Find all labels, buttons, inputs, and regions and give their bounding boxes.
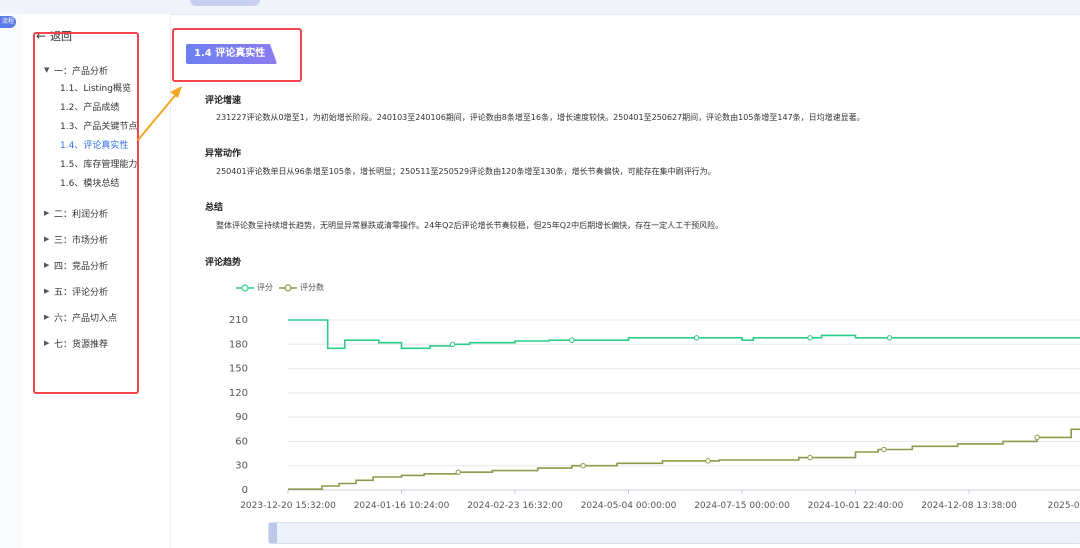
series-point — [807, 454, 813, 461]
legend-label-rating: 评分 — [257, 283, 273, 292]
y-tick-label: 0 — [242, 485, 248, 496]
y-tick-label: 180 — [229, 339, 248, 350]
y-tick-label: 30 — [235, 461, 248, 472]
text-anomaly: 250401评论数单日从96条增至105条，增长明显；250511至250529… — [216, 167, 716, 176]
text-growth: 231227评论数从0增至1，为初始增长阶段。240103至240106期间，评… — [216, 113, 865, 122]
series-point — [705, 458, 711, 464]
x-tick-label: 2025-02-24 00: — [1048, 501, 1080, 511]
x-tick-label: 2024-05-04 00:00:00 — [581, 501, 677, 511]
x-tick-label: 2024-02-23 16:32:00 — [467, 501, 563, 511]
flow-badge[interactable]: 流程 — [0, 16, 16, 28]
chart-legend: 评分 评分数 — [236, 282, 324, 293]
section-title-tag: 1.4 评论真实性 — [186, 44, 278, 64]
series-point — [449, 341, 456, 347]
y-tick-label: 90 — [235, 412, 248, 423]
series-line-1 — [288, 428, 1080, 490]
legend-item-rating-count[interactable]: 评分数 — [279, 282, 324, 293]
y-tick-label: 210 — [229, 315, 248, 326]
series-point — [886, 335, 893, 341]
x-tick-label: 2023-12-20 15:32:00 — [240, 501, 336, 511]
review-trend-chart: 0 30 60 90 120 150 180 210 2023-12-20 15:32:00 20… — [229, 315, 1080, 511]
chart-zoom-slider[interactable] — [268, 522, 1080, 544]
legend-label-count: 评分数 — [300, 283, 324, 292]
x-tick-label: 2024-07-15 00:00:00 — [694, 501, 790, 511]
series-point — [1034, 434, 1040, 441]
y-tick-label: 120 — [229, 388, 248, 399]
top-tab-indicator — [190, 0, 260, 6]
series-point — [455, 469, 461, 475]
legend-line-rating-icon — [236, 283, 254, 292]
series-point — [693, 335, 700, 341]
left-rail — [0, 14, 23, 548]
text-summary: 整体评论数呈持续增长趋势，无明显异常暴跌或清零操作。24年Q2后评论增长节奏较稳… — [216, 221, 724, 230]
y-tick-label: 60 — [235, 436, 248, 447]
heading-trend: 评论趋势 — [205, 258, 242, 268]
heading-growth: 评论增速 — [205, 96, 242, 106]
heading-summary: 总结 — [205, 203, 224, 213]
x-tick-label: 2024-12-08 13:38:00 — [921, 501, 1017, 511]
legend-item-rating[interactable]: 评分 — [236, 282, 273, 293]
legend-line-count-icon — [279, 283, 297, 292]
highlight-box-nav — [33, 32, 139, 394]
x-tick-label: 2024-01-16 10:24:00 — [354, 501, 450, 511]
zoom-handle-left[interactable] — [269, 523, 277, 543]
series-point — [881, 446, 887, 453]
series-point — [580, 463, 586, 469]
x-tick-label: 2024-10-01 22:40:00 — [808, 501, 904, 511]
y-tick-label: 150 — [229, 364, 248, 375]
heading-anomaly: 异常动作 — [205, 149, 242, 159]
series-point — [807, 335, 813, 341]
series-point — [569, 337, 575, 343]
top-bar — [0, 0, 1080, 15]
